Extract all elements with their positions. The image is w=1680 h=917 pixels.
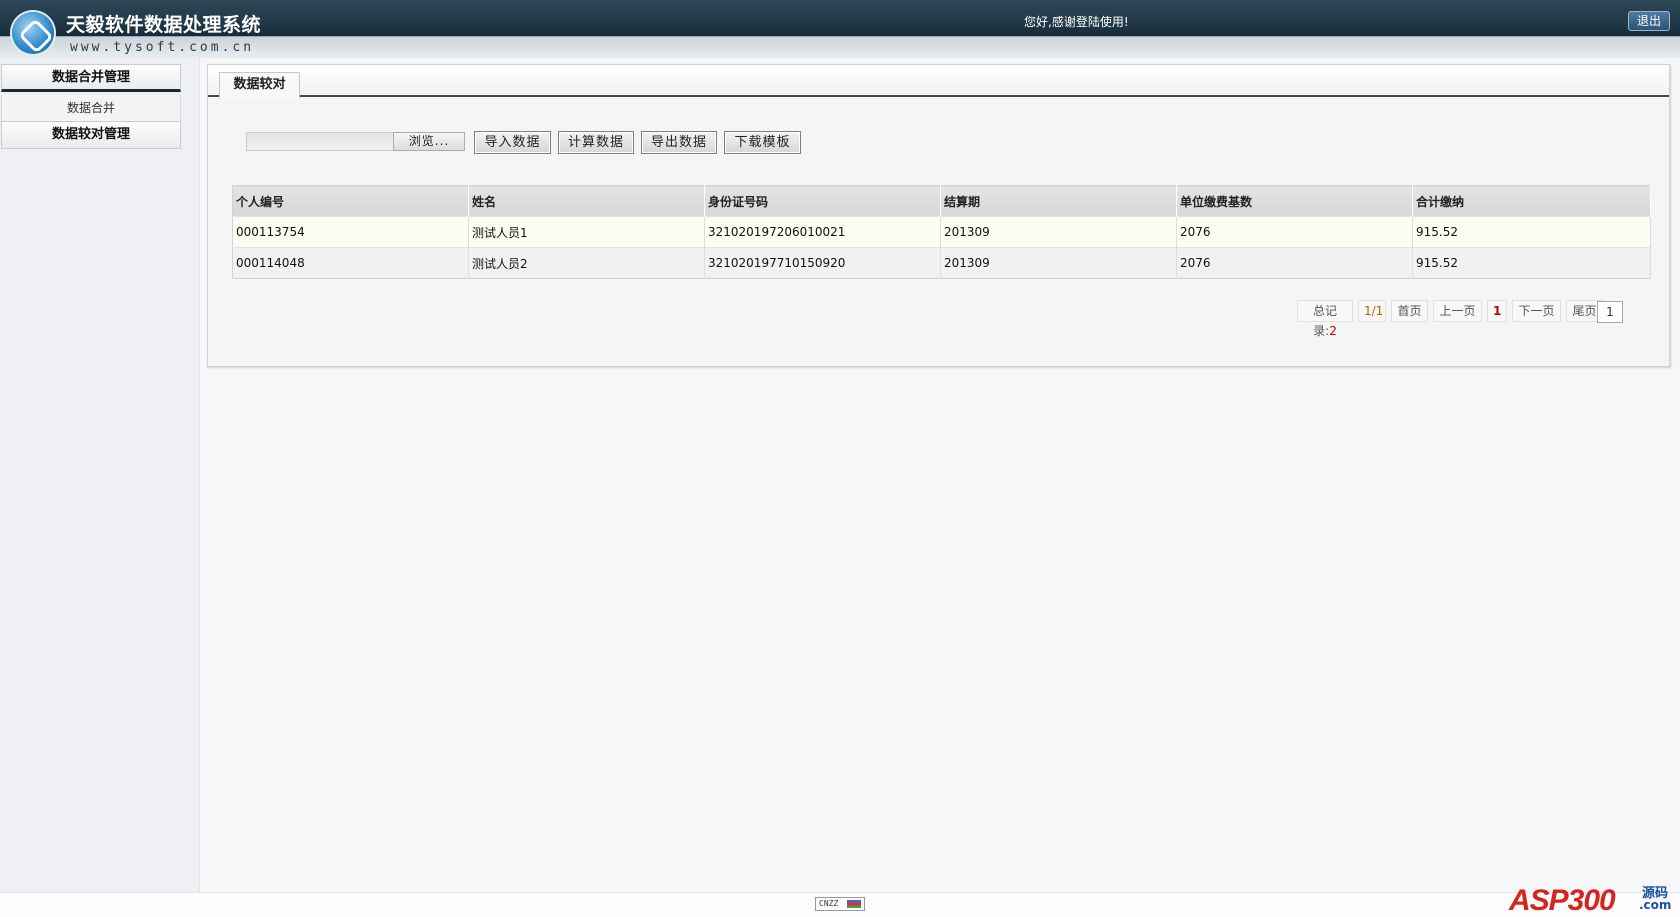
cnzz-flag-icon — [847, 900, 861, 908]
pager-total-value: 2 — [1329, 324, 1337, 338]
table-cell: 2076 — [1176, 216, 1413, 248]
site-url: www.tysoft.com.cn — [70, 40, 255, 55]
browse-button[interactable]: 浏览... — [393, 132, 465, 151]
column-header: 身份证号码 — [704, 185, 941, 217]
export-data-button[interactable]: 导出数据 — [641, 131, 717, 154]
footer: CNZZ — [0, 892, 1680, 917]
app-title: 天毅软件数据处理系统 — [66, 14, 262, 36]
pager-goto-input[interactable]: 1 — [1597, 301, 1623, 323]
file-path-input[interactable] — [246, 132, 396, 151]
watermark-com-text: .com — [1639, 898, 1672, 912]
table-cell: 000113754 — [232, 216, 469, 248]
table-cell: 201309 — [940, 247, 1177, 279]
table-cell: 2076 — [1176, 247, 1413, 279]
table-cell: 321020197710150920 — [704, 247, 941, 279]
top-header: 天毅软件数据处理系统 www.tysoft.com.cn 您好,感谢登陆使用! … — [0, 0, 1680, 58]
download-template-button[interactable]: 下载模板 — [724, 131, 801, 154]
column-header: 个人编号 — [232, 185, 469, 217]
cnzz-badge-text: CNZZ — [819, 899, 839, 908]
column-header: 姓名 — [468, 185, 705, 217]
table-header-row: 个人编号 姓名 身份证号码 结算期 单位缴费基数 合计缴纳 — [232, 185, 1651, 217]
logout-button[interactable]: 退出 — [1628, 11, 1670, 31]
table-cell: 000114048 — [232, 247, 469, 279]
main-panel: 数据较对 浏览... 导入数据 计算数据 导出数据 下载模板 个人编号 姓名 身… — [207, 64, 1670, 367]
sidebar-item-data-merge[interactable]: 数据合并 — [1, 95, 181, 122]
watermark-logo-text: ASP300 — [1509, 884, 1616, 917]
table-cell: 915.52 — [1412, 247, 1651, 279]
compute-data-button[interactable]: 计算数据 — [558, 131, 634, 154]
table-row[interactable]: 000113754 测试人员1 321020197206010021 20130… — [232, 216, 1651, 248]
table-row[interactable]: 000114048 测试人员2 321020197710150920 20130… — [232, 247, 1651, 279]
sidebar: 数据合并管理 数据合并 数据较对管理 — [0, 58, 200, 892]
table-cell: 测试人员2 — [468, 247, 705, 279]
pager-prev-button[interactable]: 上一页 — [1433, 300, 1482, 322]
tab-bar: 数据较对 — [208, 65, 1669, 99]
pager-first-button[interactable]: 首页 — [1391, 300, 1428, 322]
table-cell: 201309 — [940, 216, 1177, 248]
table-cell: 321020197206010021 — [704, 216, 941, 248]
table-cell: 测试人员1 — [468, 216, 705, 248]
pager-current-page[interactable]: 1 — [1487, 300, 1507, 322]
cnzz-badge[interactable]: CNZZ — [815, 897, 865, 911]
asp300-watermark: ASP300 源码 .com — [1505, 862, 1677, 917]
import-data-button[interactable]: 导入数据 — [474, 131, 551, 154]
column-header: 单位缴费基数 — [1176, 185, 1413, 217]
tab-data-check[interactable]: 数据较对 — [219, 72, 300, 99]
sidebar-group-data-merge[interactable]: 数据合并管理 — [1, 64, 181, 92]
welcome-text: 您好,感谢登陆使用! — [1024, 15, 1129, 29]
table-cell: 915.52 — [1412, 216, 1651, 248]
sidebar-group-data-check[interactable]: 数据较对管理 — [1, 121, 181, 149]
column-header: 结算期 — [940, 185, 1177, 217]
app-logo-icon — [12, 12, 54, 54]
pager-total: 总记录:2 — [1297, 300, 1353, 338]
pager-page-of: 1/1 — [1358, 300, 1386, 322]
data-table: 个人编号 姓名 身份证号码 结算期 单位缴费基数 合计缴纳 000113754 … — [232, 185, 1651, 279]
pager-next-button[interactable]: 下一页 — [1512, 300, 1561, 322]
column-header: 合计缴纳 — [1412, 185, 1651, 217]
